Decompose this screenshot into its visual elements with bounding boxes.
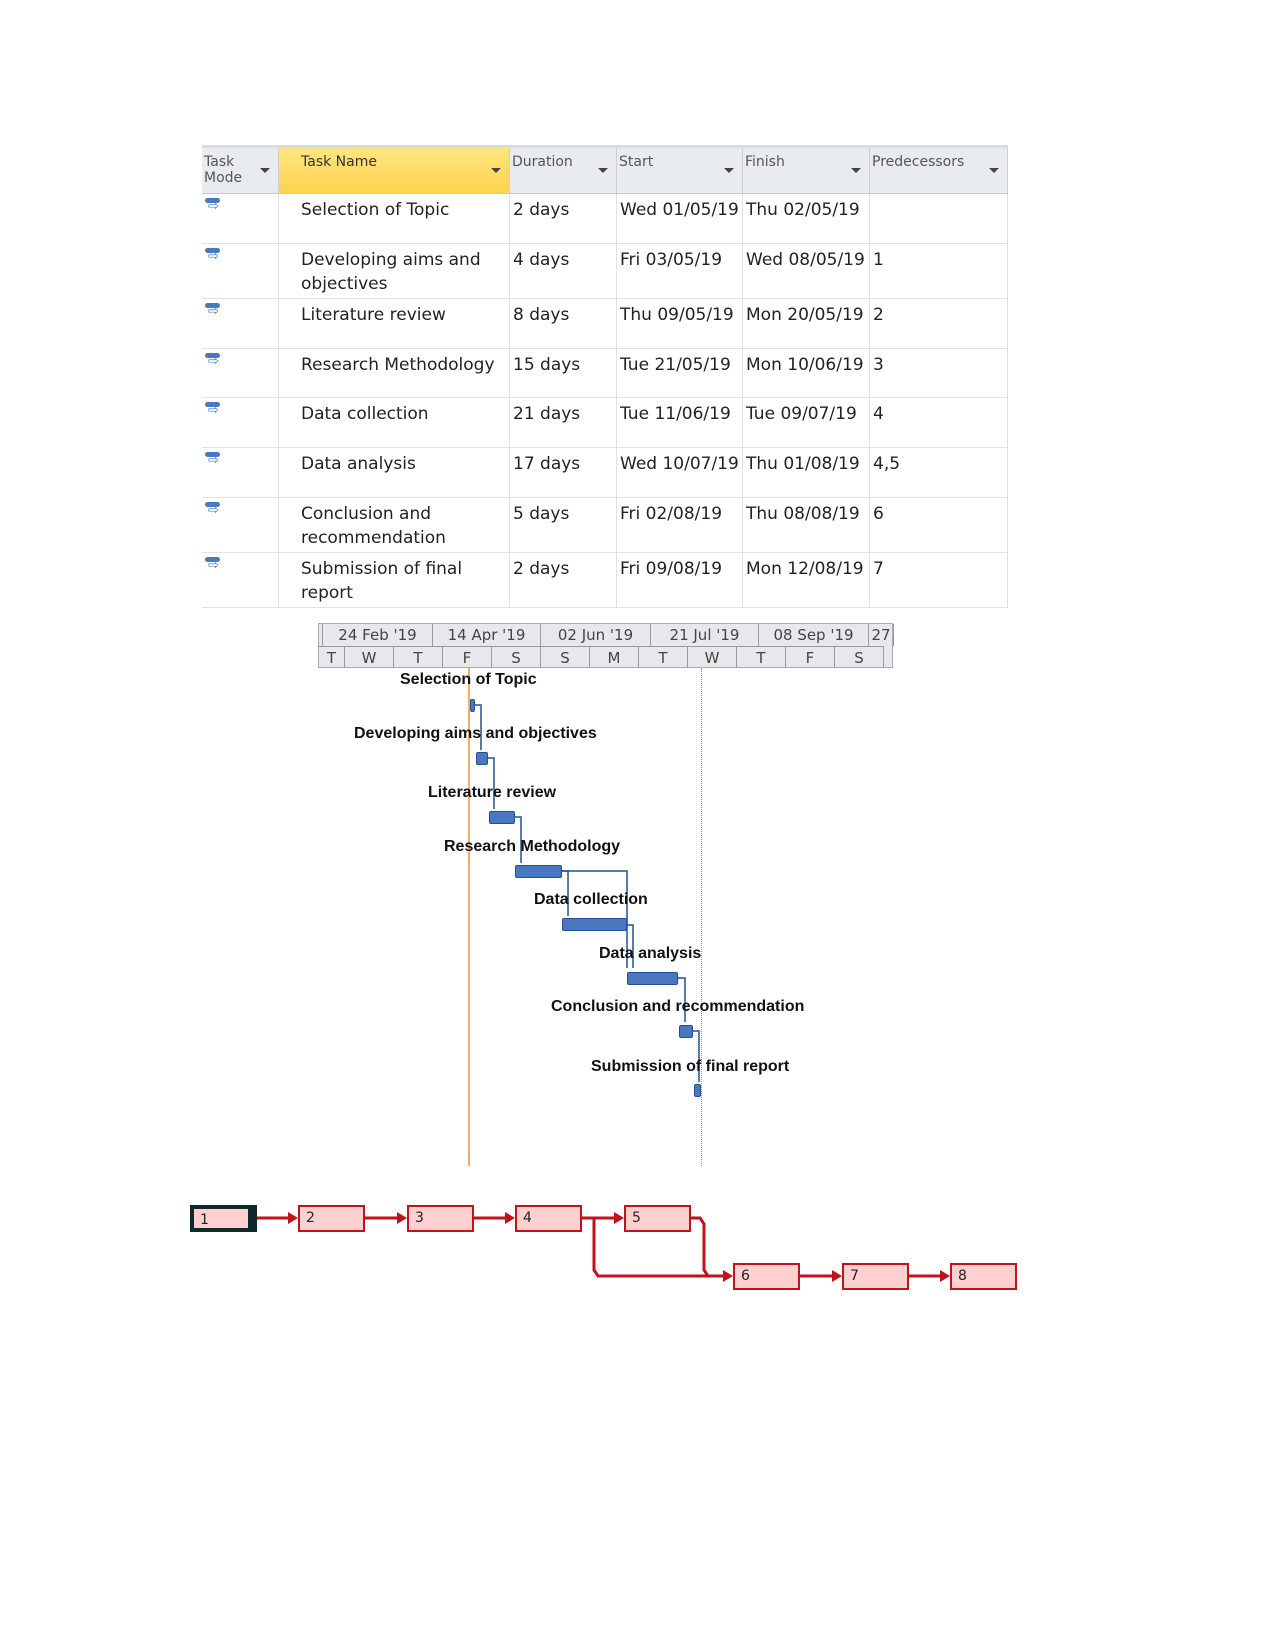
network-node[interactable]: 3 (407, 1205, 474, 1232)
network-node[interactable]: 2 (298, 1205, 365, 1232)
network-node[interactable]: 6 (733, 1263, 800, 1290)
network-node[interactable]: 8 (950, 1263, 1017, 1290)
network-node[interactable]: 4 (515, 1205, 582, 1232)
network-node[interactable]: 1 (190, 1205, 257, 1232)
network-node[interactable]: 7 (842, 1263, 909, 1290)
document-page: Task Mode Task Name Duration Start Finis… (0, 0, 1275, 1651)
network-connectors (256, 1212, 950, 1282)
network-node[interactable]: 5 (624, 1205, 691, 1232)
